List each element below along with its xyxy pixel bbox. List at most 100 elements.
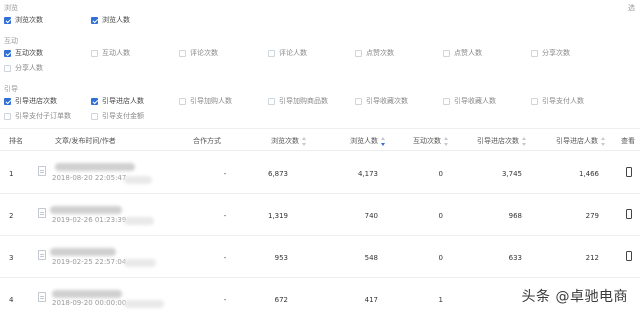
header-guide-visitors[interactable]: 引导进店人数 xyxy=(556,136,606,146)
option-guide-fav-people[interactable]: 引导收藏人数 xyxy=(443,96,496,106)
option-label: 点赞次数 xyxy=(366,49,394,57)
option-share-count[interactable]: 分享次数 xyxy=(531,48,570,58)
checkbox-icon[interactable] xyxy=(91,97,98,105)
option-guide-pay-suborders[interactable]: 引导支付子订单数 xyxy=(4,111,71,121)
rank-cell: 3 xyxy=(9,254,14,262)
option-comment-people[interactable]: 评论人数 xyxy=(268,48,307,58)
header-coop: 合作方式 xyxy=(193,136,221,146)
option-comment-count[interactable]: 评论次数 xyxy=(179,48,218,58)
author-redacted xyxy=(124,259,156,267)
header-interact[interactable]: 互动次数 xyxy=(413,136,449,146)
option-like-count[interactable]: 点赞次数 xyxy=(355,48,394,58)
interact-cell: 1 xyxy=(438,296,443,304)
option-share-people[interactable]: 分享人数 xyxy=(4,63,43,73)
header-label: 查看 xyxy=(621,137,635,145)
option-guide-visits[interactable]: 引导进店次数 xyxy=(4,96,57,106)
mobile-preview-icon[interactable] xyxy=(626,167,632,177)
option-label: 引导加购商品数 xyxy=(279,97,328,105)
mobile-preview-icon[interactable] xyxy=(626,251,632,261)
checkbox-icon[interactable] xyxy=(179,97,186,105)
header-label: 浏览次数 xyxy=(271,137,299,145)
rank-cell: 1 xyxy=(9,170,14,178)
coop-cell: - xyxy=(223,296,227,304)
option-label: 引导支付人数 xyxy=(542,97,584,105)
document-icon xyxy=(38,166,46,176)
option-label: 引导支付子订单数 xyxy=(15,112,71,120)
guide-visitors-cell: 1,466 xyxy=(578,170,599,178)
checkbox-icon[interactable] xyxy=(268,49,275,57)
checkbox-icon[interactable] xyxy=(4,64,11,72)
checkbox-icon[interactable] xyxy=(355,97,362,105)
option-label: 浏览次数 xyxy=(15,16,43,24)
checkbox-icon[interactable] xyxy=(91,112,98,120)
checkbox-icon[interactable] xyxy=(268,97,275,105)
checkbox-icon[interactable] xyxy=(443,97,450,105)
header-label: 互动次数 xyxy=(413,137,441,145)
checkbox-icon[interactable] xyxy=(91,49,98,57)
sort-icon[interactable] xyxy=(522,136,527,146)
checkbox-icon[interactable] xyxy=(91,16,98,24)
option-label: 引导进店次数 xyxy=(15,97,57,105)
views-cell: 672 xyxy=(274,296,288,304)
header-guide-visits[interactable]: 引导进店次数 xyxy=(477,136,527,146)
article-title-redacted[interactable] xyxy=(52,290,122,298)
coop-cell: - xyxy=(223,254,227,262)
interact-cell: 0 xyxy=(438,170,443,178)
row-divider xyxy=(0,277,640,278)
option-interact-count[interactable]: 互动次数 xyxy=(4,48,43,58)
checkbox-icon[interactable] xyxy=(443,49,450,57)
option-label: 互动人数 xyxy=(102,49,130,57)
option-guide-pay-people[interactable]: 引导支付人数 xyxy=(531,96,584,106)
option-guide-fav-count[interactable]: 引导收藏次数 xyxy=(355,96,408,106)
publish-date: 2018-08-20 22:05:47 xyxy=(52,174,127,182)
option-guide-cart-people[interactable]: 引导加购人数 xyxy=(179,96,232,106)
document-icon xyxy=(38,208,46,218)
publish-date: 2019-02-25 22:57:04 xyxy=(52,258,127,266)
option-guide-pay-amount[interactable]: 引导支付金额 xyxy=(91,111,144,121)
option-label: 评论次数 xyxy=(190,49,218,57)
section-title-browse: 浏览 xyxy=(4,4,18,12)
article-title-redacted[interactable] xyxy=(55,163,135,171)
header-top-divider xyxy=(0,128,640,129)
header-views[interactable]: 浏览次数 xyxy=(271,136,307,146)
option-browse-people[interactable]: 浏览人数 xyxy=(91,15,130,25)
checkbox-icon[interactable] xyxy=(4,49,11,57)
header-article: 文章/发布时间/作者 xyxy=(55,136,116,146)
option-like-people[interactable]: 点赞人数 xyxy=(443,48,482,58)
sort-desc-icon[interactable] xyxy=(381,136,386,146)
option-guide-visitors[interactable]: 引导进店人数 xyxy=(91,96,144,106)
publish-date: 2018-09-20 00:00:00 xyxy=(52,299,127,307)
checkbox-icon[interactable] xyxy=(4,112,11,120)
checkbox-icon[interactable] xyxy=(4,97,11,105)
views-cell: 6,873 xyxy=(267,170,288,178)
checkbox-icon[interactable] xyxy=(355,49,362,57)
checkbox-icon[interactable] xyxy=(179,49,186,57)
views-cell: 1,319 xyxy=(267,212,288,220)
interact-cell: 0 xyxy=(438,254,443,262)
watermark-text: 头条 @卓驰电商 xyxy=(521,289,628,305)
article-title-redacted[interactable] xyxy=(50,206,122,214)
option-interact-people[interactable]: 互动人数 xyxy=(91,48,130,58)
option-label: 分享次数 xyxy=(542,49,570,57)
author-redacted xyxy=(124,300,164,308)
header-label: 合作方式 xyxy=(193,137,221,145)
row-divider xyxy=(0,235,640,236)
option-label: 引导收藏次数 xyxy=(366,97,408,105)
guide-visits-cell: 968 xyxy=(508,212,522,220)
checkbox-icon[interactable] xyxy=(531,49,538,57)
checkbox-icon[interactable] xyxy=(531,97,538,105)
viewers-cell: 4,173 xyxy=(357,170,378,178)
header-bottom-divider xyxy=(0,150,640,151)
article-title-redacted[interactable] xyxy=(50,248,116,256)
sort-icon[interactable] xyxy=(302,136,307,146)
header-viewers[interactable]: 浏览人数 xyxy=(350,136,386,146)
sort-icon[interactable] xyxy=(444,136,449,146)
option-browse-count[interactable]: 浏览次数 xyxy=(4,15,43,25)
option-guide-cart-items[interactable]: 引导加购商品数 xyxy=(268,96,328,106)
mobile-preview-icon[interactable] xyxy=(626,209,632,219)
sort-icon[interactable] xyxy=(601,136,606,146)
checkbox-icon[interactable] xyxy=(4,16,11,24)
option-label: 互动次数 xyxy=(15,49,43,57)
header-rank: 排名 xyxy=(9,136,23,146)
option-label: 评论人数 xyxy=(279,49,307,57)
